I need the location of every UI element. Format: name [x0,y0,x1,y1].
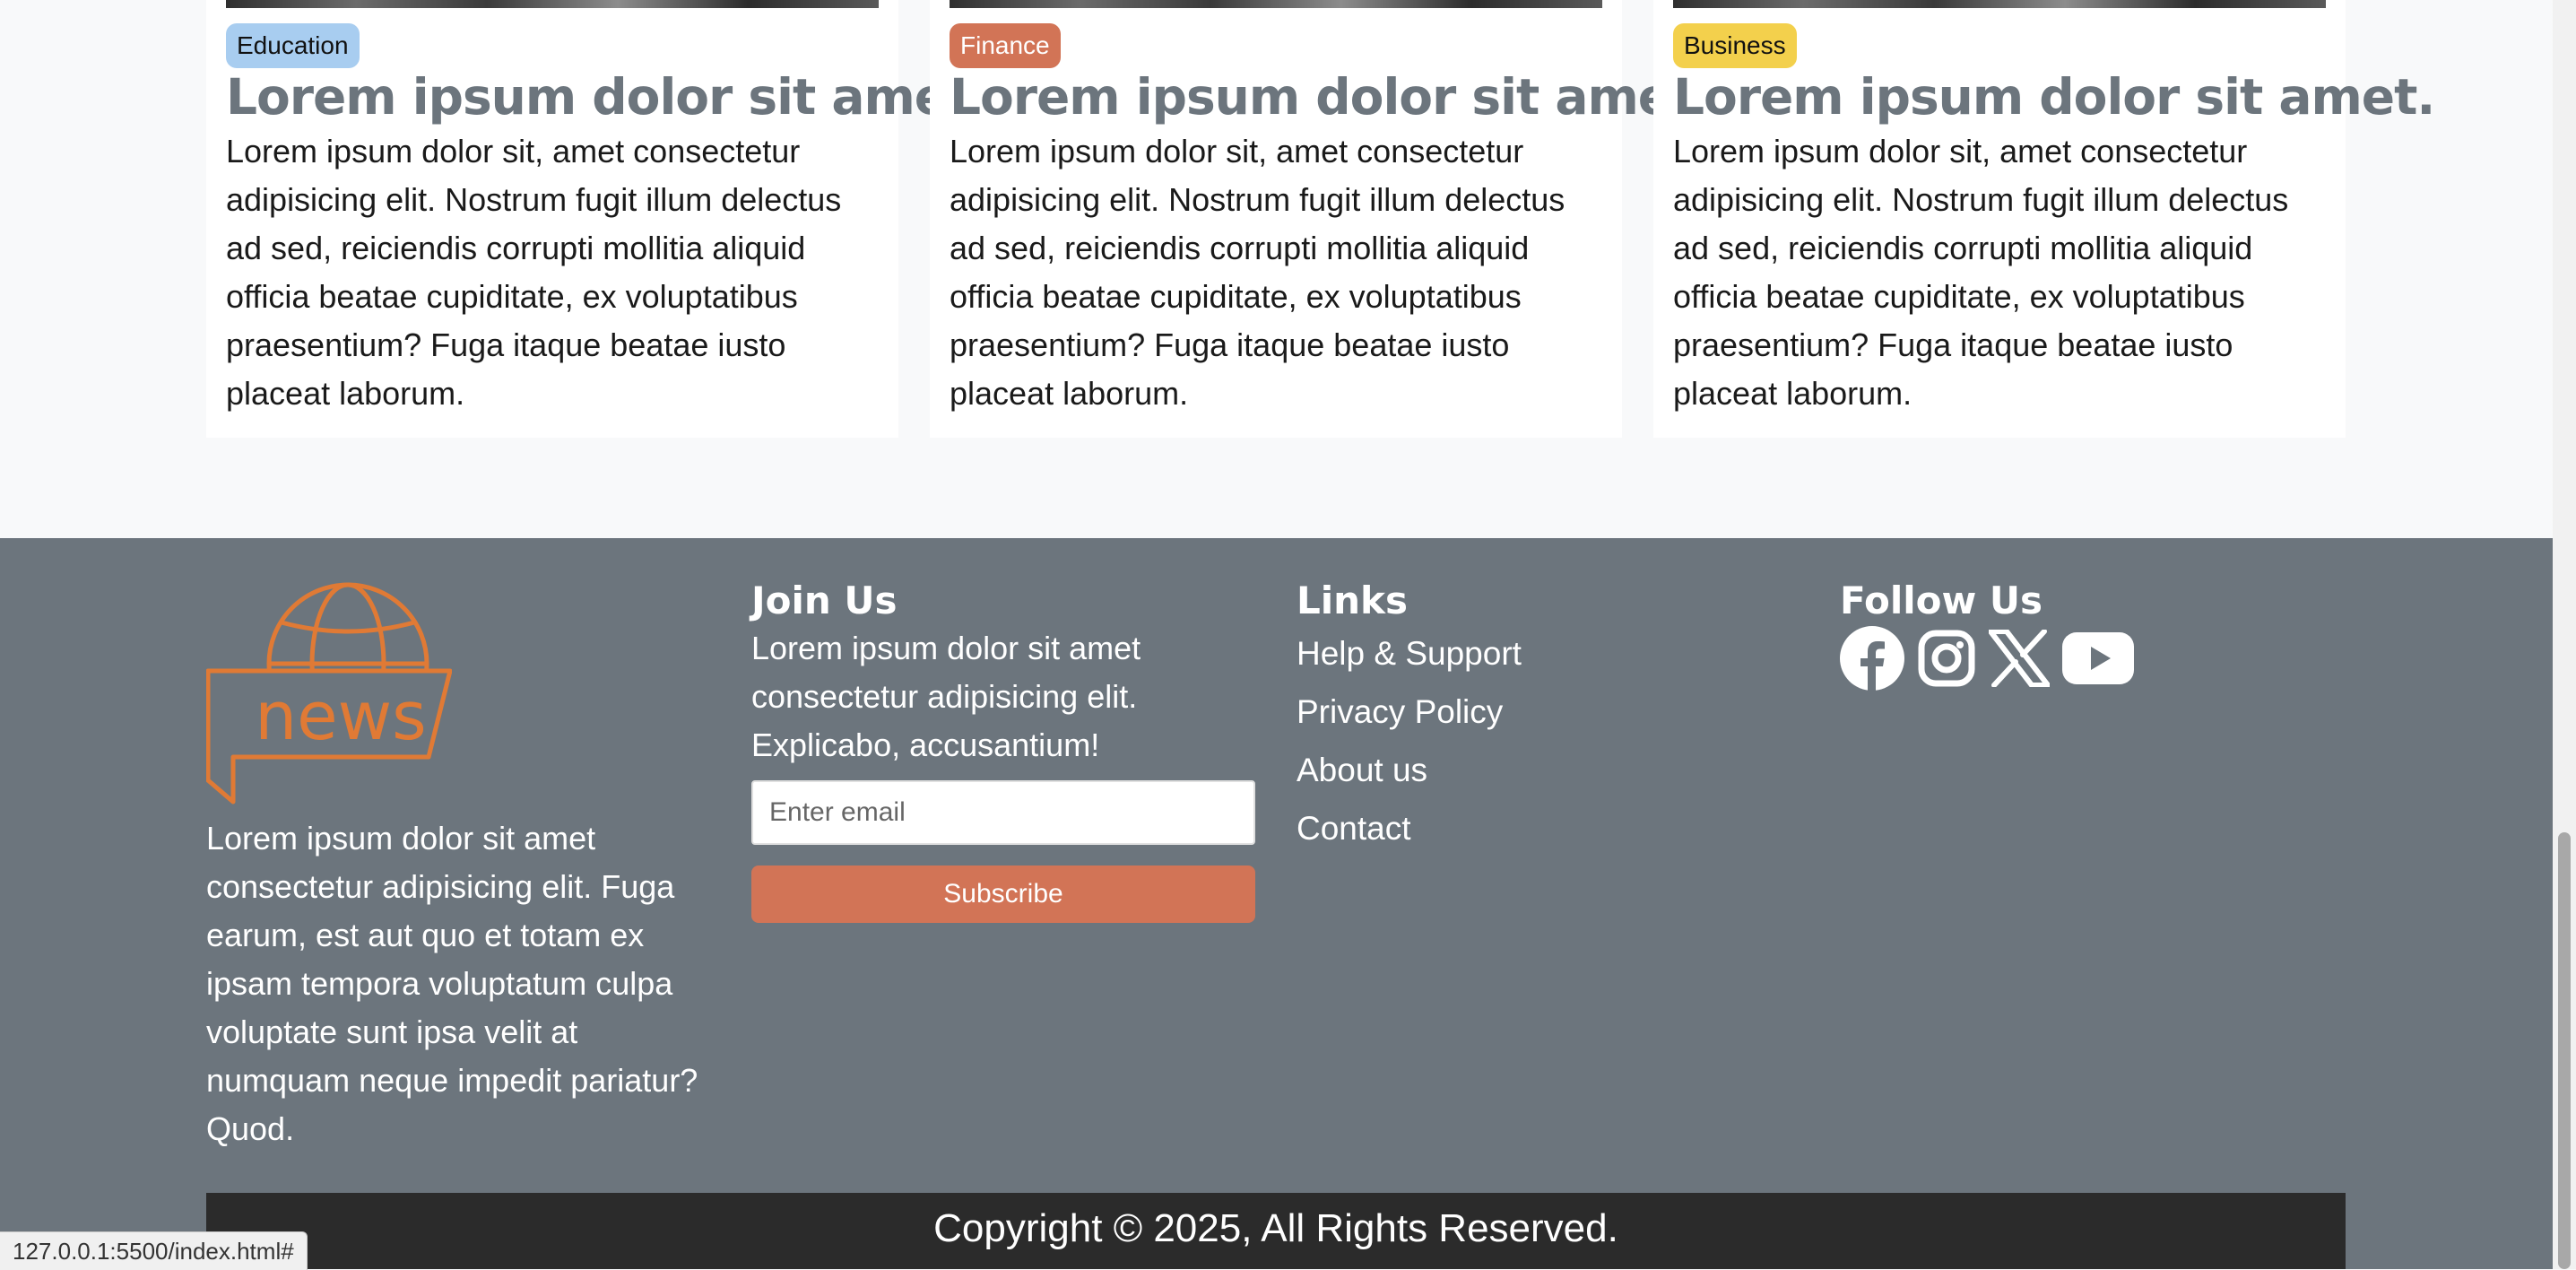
status-bar-url: 127.0.0.1:5500/index.html# [0,1231,308,1270]
card-title[interactable]: Lorem ipsum dolor sit amet. [950,65,1712,129]
social-icons [1840,626,2147,691]
card-title[interactable]: Lorem ipsum dolor sit amet. [226,65,988,129]
link-about-us[interactable]: About us [1297,752,1427,788]
news-card[interactable]: Finance Lorem ipsum dolor sit amet. Lore… [930,0,1712,438]
link-contact[interactable]: Contact [1297,810,1411,847]
card-image [950,0,1602,8]
subscribe-button[interactable]: Subscribe [751,866,1255,923]
card-image [1673,0,2326,8]
x-icon[interactable] [1989,630,2050,687]
facebook-icon[interactable] [1840,626,1904,691]
category-badge[interactable]: Education [226,23,360,68]
footer-links: Help & Support Privacy Policy About us C… [1297,624,1522,857]
news-logo[interactable]: news [206,578,452,805]
news-card[interactable]: Business Lorem ipsum dolor sit amet. Lor… [1653,0,2435,438]
news-cards-section: Education Lorem ipsum dolor sit amet. Lo… [0,0,2553,538]
copyright-bar: Copyright © 2025, All Rights Reserved. [206,1193,2346,1269]
email-input[interactable] [751,780,1255,845]
card-title[interactable]: Lorem ipsum dolor sit amet. [1673,65,2435,129]
card-text: Lorem ipsum dolor sit, amet consectetur … [1673,133,2289,412]
footer-about-text: Lorem ipsum dolor sit amet consectetur a… [206,820,698,1147]
links-heading: Links [1297,578,1408,622]
instagram-icon[interactable] [1917,629,1976,688]
category-badge[interactable]: Finance [950,23,1061,68]
card-text: Lorem ipsum dolor sit, amet consectetur … [226,133,842,412]
join-us-text: Lorem ipsum dolor sit amet consectetur a… [751,630,1141,763]
link-privacy-policy[interactable]: Privacy Policy [1297,693,1503,730]
card-image [226,0,879,8]
copyright-text: Copyright © 2025, All Rights Reserved. [933,1206,1618,1250]
news-card[interactable]: Education Lorem ipsum dolor sit amet. Lo… [206,0,988,438]
site-footer: news Lorem ipsum dolor sit amet consecte… [0,538,2553,1269]
vertical-scrollbar[interactable] [2553,0,2576,1269]
logo-text: news [255,678,427,755]
link-help-support[interactable]: Help & Support [1297,635,1522,672]
card-text: Lorem ipsum dolor sit, amet consectetur … [950,133,1566,412]
scrollbar-thumb[interactable] [2558,832,2571,1269]
join-us-heading: Join Us [751,578,898,622]
follow-us-heading: Follow Us [1840,578,2043,622]
category-badge[interactable]: Business [1673,23,1797,68]
youtube-icon[interactable] [2062,632,2134,684]
